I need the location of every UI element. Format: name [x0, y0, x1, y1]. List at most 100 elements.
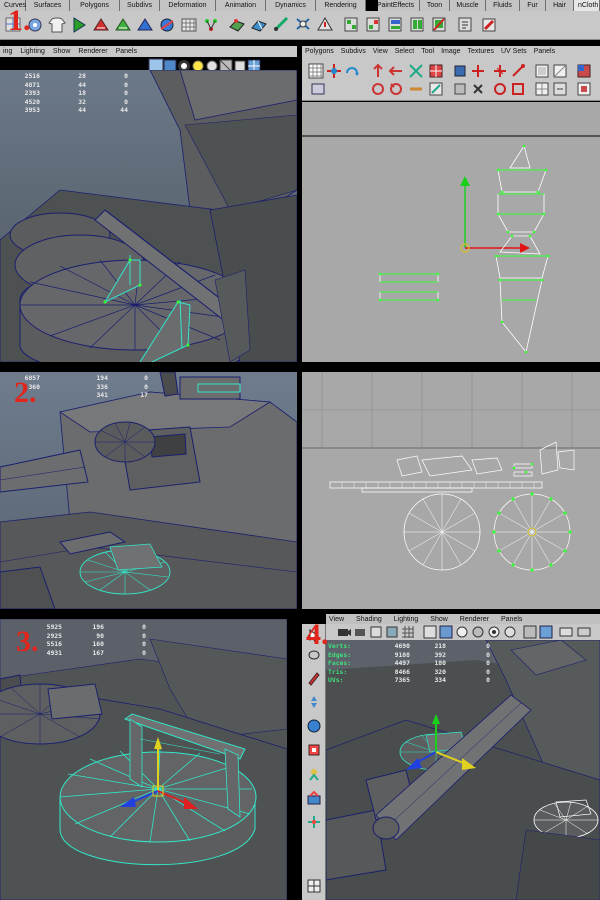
dim-image-icon[interactable] — [552, 81, 568, 97]
bookmark-icon[interactable] — [368, 624, 384, 640]
cache-create-icon[interactable] — [342, 15, 360, 34]
stack-icon[interactable] — [470, 81, 486, 97]
display-image-icon[interactable] — [534, 63, 550, 79]
uv-layout-icon[interactable] — [310, 81, 326, 97]
uv-grid-icon[interactable] — [308, 63, 324, 79]
wireframe-icon[interactable] — [422, 624, 438, 640]
uv-editor-canvas[interactable] — [302, 102, 600, 362]
distort-icon[interactable] — [510, 81, 526, 97]
shaded-uv-icon[interactable] — [552, 63, 568, 79]
smooth-shade-icon[interactable] — [438, 624, 454, 640]
menu-view[interactable]: View — [329, 616, 344, 623]
tab-toon[interactable]: Toon — [420, 0, 450, 11]
isolate-icon[interactable] — [538, 624, 554, 640]
grid-constraint-icon[interactable] — [180, 15, 198, 34]
menu-image[interactable]: Image — [441, 48, 460, 55]
sew-uv-icon[interactable] — [408, 81, 424, 97]
point-to-surface-icon[interactable] — [228, 15, 246, 34]
uv-move-icon[interactable] — [326, 63, 342, 79]
grid-icon[interactable] — [400, 624, 416, 640]
menu-shading[interactable]: Shading — [356, 616, 382, 623]
menu-shading[interactable]: ing — [3, 48, 12, 55]
weld-icon[interactable] — [272, 15, 290, 34]
soft-mod-tool-icon[interactable] — [306, 790, 322, 806]
tab-ncloth[interactable]: nCloth — [574, 0, 600, 11]
menu-textures[interactable]: Textures — [468, 48, 494, 55]
manipulator-tool-icon[interactable] — [306, 766, 322, 782]
cache-delete-icon[interactable] — [430, 15, 448, 34]
tab-painteffects[interactable]: PaintEffects — [366, 0, 420, 11]
play-icon[interactable] — [70, 15, 88, 34]
cache-append-icon[interactable] — [364, 15, 382, 34]
layout-single-icon[interactable] — [306, 878, 322, 894]
wire-on-shaded-icon[interactable] — [454, 624, 470, 640]
relax-icon[interactable] — [428, 81, 444, 97]
smudge-icon[interactable] — [510, 63, 526, 79]
tab-deformation[interactable]: Deformation — [160, 0, 216, 11]
grid-uv-icon[interactable] — [452, 81, 468, 97]
panel2-viewport[interactable]: 6857 194 0 360 336 0 341 17 2. — [0, 372, 297, 609]
cloth-green-icon[interactable] — [114, 15, 132, 34]
resolution-gate-icon[interactable] — [558, 624, 574, 640]
shirt-icon[interactable] — [48, 15, 66, 34]
camera-lock-icon[interactable] — [352, 624, 368, 640]
menu-show[interactable]: Show — [53, 48, 71, 55]
menu-panels[interactable]: Panels — [116, 48, 137, 55]
select-shell-icon[interactable] — [492, 81, 508, 97]
tab-rendering[interactable]: Rendering — [316, 0, 366, 11]
constraint-dots-icon[interactable] — [202, 15, 220, 34]
align-icon[interactable] — [452, 63, 468, 79]
transform-constraint-icon[interactable] — [294, 15, 312, 34]
cache-merge-icon[interactable] — [408, 15, 426, 34]
menu-view[interactable]: View — [373, 48, 388, 55]
cloth-blue-icon[interactable] — [136, 15, 154, 34]
paint-attribute-icon[interactable] — [480, 15, 498, 34]
menu-select[interactable]: Select — [395, 48, 414, 55]
camera-icon[interactable] — [336, 624, 352, 640]
lights-icon[interactable] — [486, 624, 502, 640]
cut-uv-icon[interactable] — [408, 63, 424, 79]
menu-panels[interactable]: Panels — [501, 616, 522, 623]
show-manipulator-icon[interactable] — [306, 814, 322, 830]
field-icon[interactable] — [316, 15, 334, 34]
rotate-uv-icon[interactable] — [370, 81, 386, 97]
tab-polygons[interactable]: Polygons — [70, 0, 120, 11]
cloth-red-icon[interactable] — [92, 15, 110, 34]
flip-u-icon[interactable] — [370, 63, 386, 79]
tab-fluids[interactable]: Fluids — [486, 0, 520, 11]
film-gate-icon[interactable] — [576, 624, 592, 640]
tab-fur[interactable]: Fur — [520, 0, 546, 11]
uv-editor-2-canvas[interactable] — [302, 372, 600, 609]
unfold-icon[interactable] — [428, 63, 444, 79]
xray-icon[interactable] — [522, 624, 538, 640]
menu-polygons[interactable]: Polygons — [305, 48, 334, 55]
snap-icon[interactable] — [470, 63, 486, 79]
sphere-collide-icon[interactable] — [158, 15, 176, 34]
slide-surface-icon[interactable] — [250, 15, 268, 34]
tab-hair[interactable]: Hair — [546, 0, 574, 11]
menu-lighting[interactable]: Lighting — [394, 616, 419, 623]
move-tool-icon[interactable] — [306, 694, 322, 710]
menu-renderer[interactable]: Renderer — [78, 48, 107, 55]
menu-subdivs[interactable]: Subdivs — [341, 48, 366, 55]
panel4-viewport[interactable]: Verts: 4690 218 0 Edges: 9108 392 0 Faces: 4497… — [326, 640, 600, 900]
menu-panels[interactable]: Panels — [534, 48, 555, 55]
flip-v-icon[interactable] — [388, 63, 404, 79]
menu-lighting[interactable]: Lighting — [20, 48, 45, 55]
menu-renderer[interactable]: Renderer — [460, 616, 489, 623]
tab-surfaces[interactable]: Surfaces — [26, 0, 70, 11]
texture-border-icon[interactable] — [576, 81, 592, 97]
move-uv-shell-icon[interactable] — [492, 63, 508, 79]
menu-tool[interactable]: Tool — [421, 48, 434, 55]
panel3-viewport[interactable]: 5925 196 0 2925 90 0 5516 160 0 4931 167 0 3. — [0, 619, 287, 900]
uv-rotate-icon[interactable] — [344, 63, 360, 79]
checker-tile-icon[interactable] — [576, 63, 592, 79]
rotate-tool-icon[interactable] — [306, 718, 322, 734]
cache-info-icon[interactable] — [456, 15, 474, 34]
menu-show[interactable]: Show — [430, 616, 448, 623]
image-plane-icon[interactable] — [384, 624, 400, 640]
rotate-ccw-icon[interactable] — [388, 81, 404, 97]
tab-muscle[interactable]: Muscle — [450, 0, 486, 11]
tab-animation[interactable]: Animation — [216, 0, 266, 11]
textured-icon[interactable] — [470, 624, 486, 640]
